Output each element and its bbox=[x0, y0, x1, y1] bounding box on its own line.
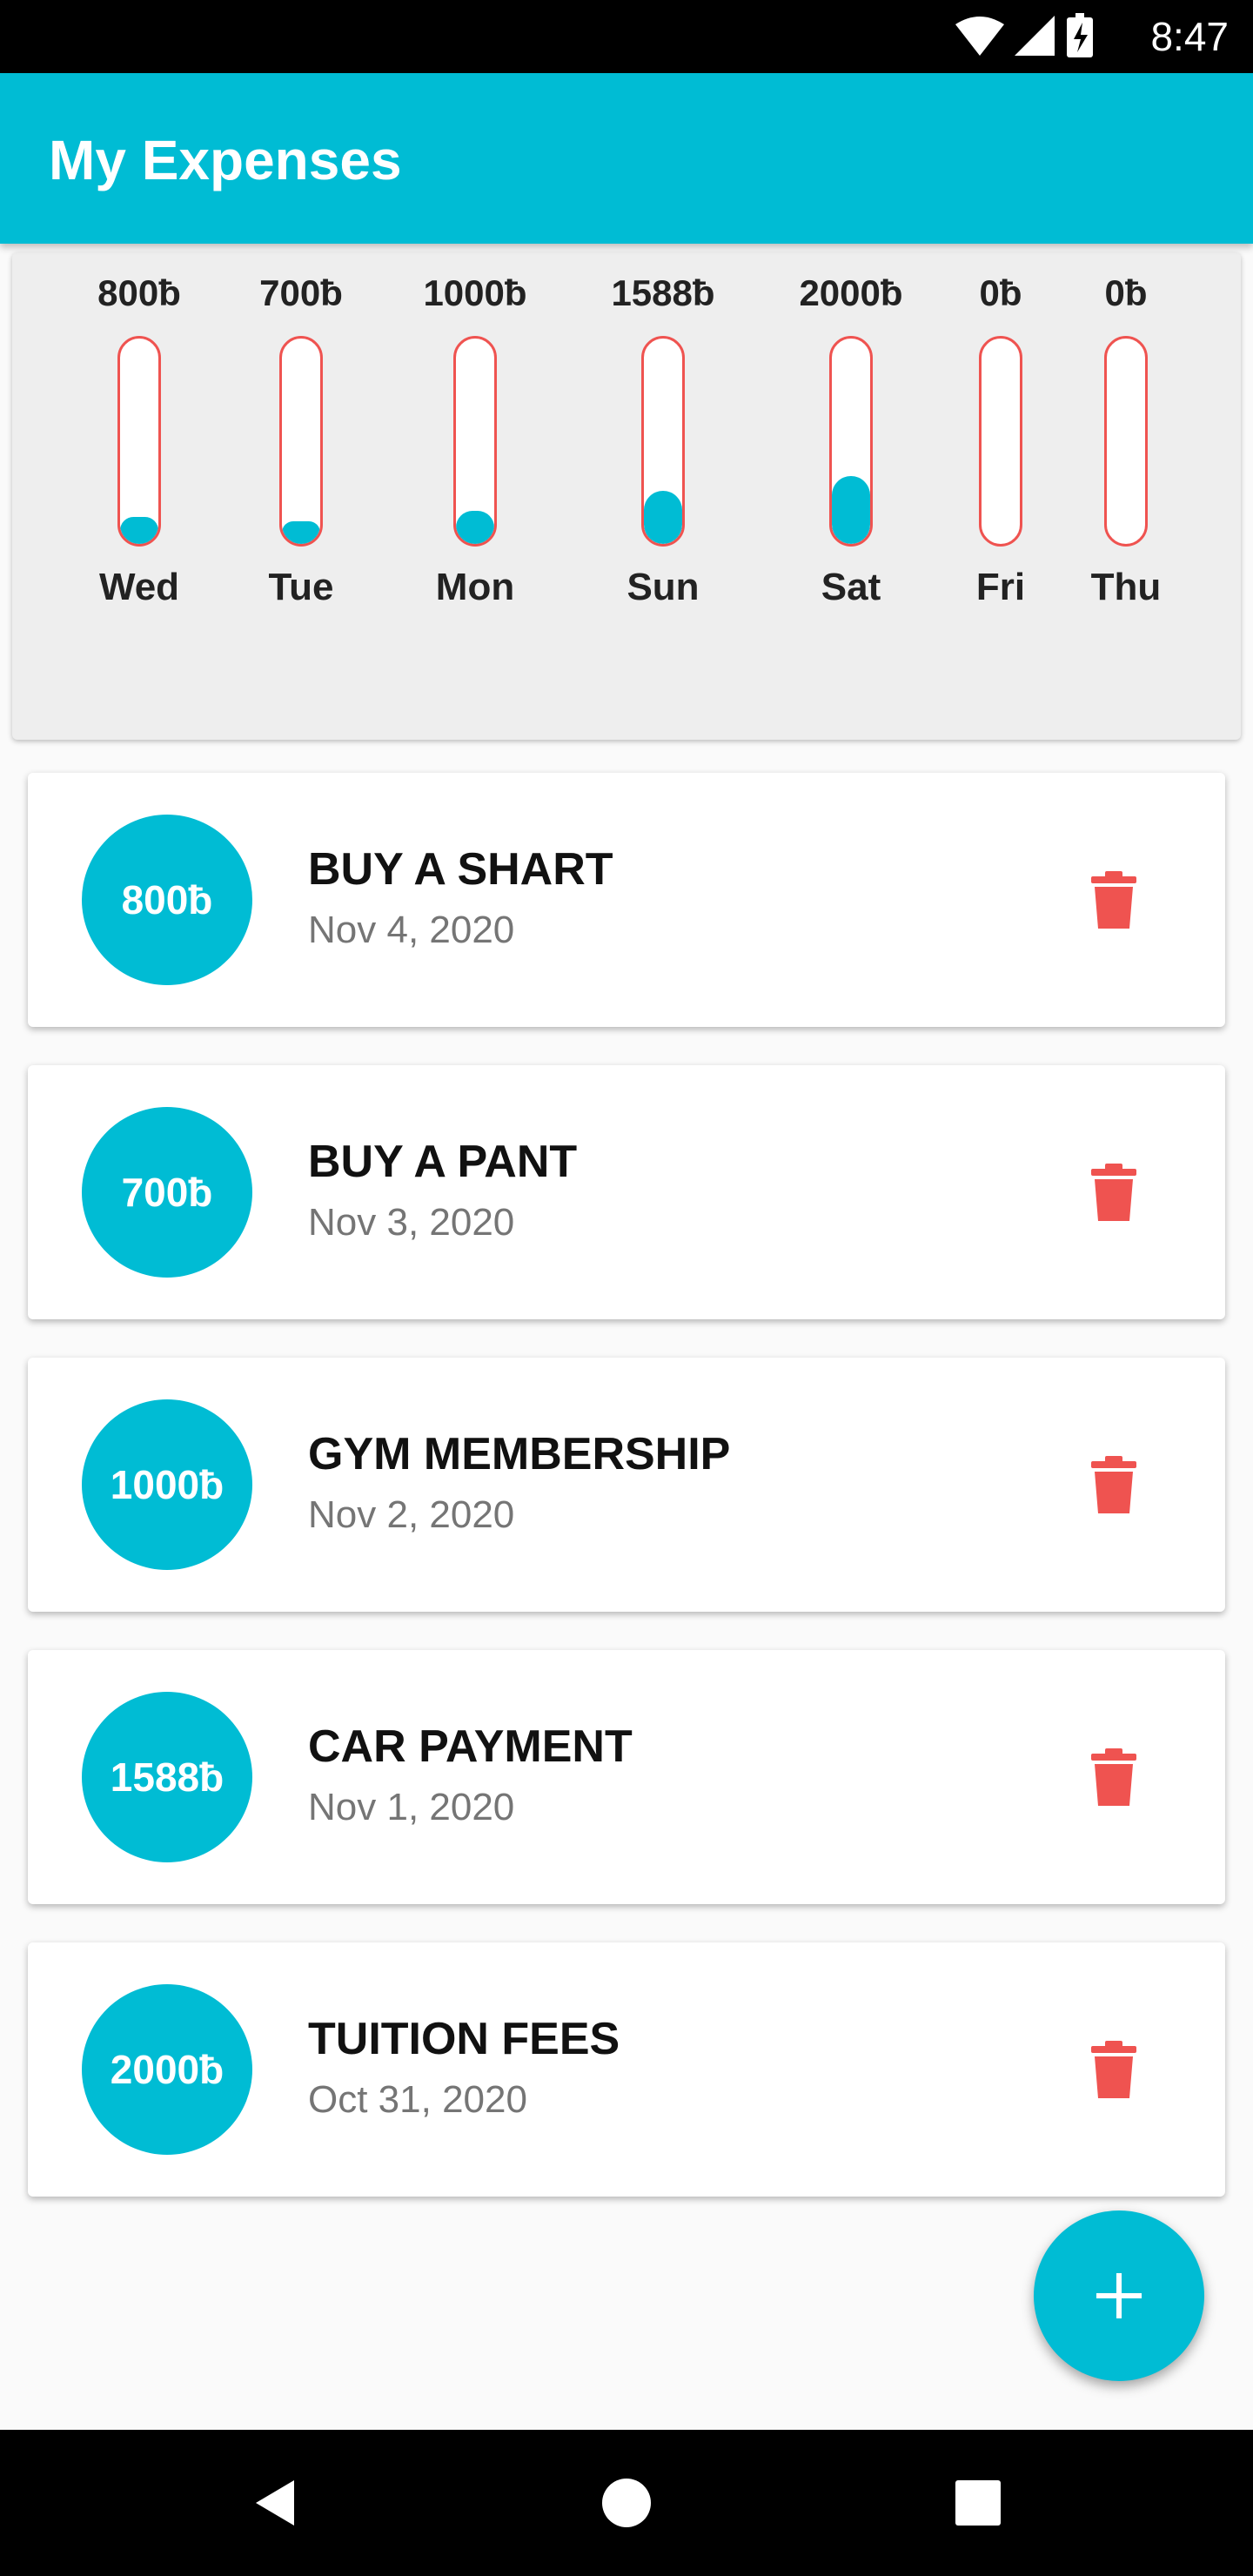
expense-list-item[interactable]: 1588ƀ CAR PAYMENT Nov 1, 2020 bbox=[28, 1650, 1225, 1904]
chart-bar-wed: 800ƀ Wed bbox=[52, 270, 226, 611]
delete-button[interactable] bbox=[1070, 856, 1157, 943]
amount-avatar: 700ƀ bbox=[82, 1107, 252, 1278]
amount-avatar: 2000ƀ bbox=[82, 1984, 252, 2155]
expense-title: CAR PAYMENT bbox=[308, 1721, 633, 1772]
bar-day-label: Mon bbox=[435, 566, 515, 608]
chart-bar-thu: 0ƀ Thu bbox=[1039, 270, 1213, 611]
trash-icon bbox=[1091, 1164, 1136, 1221]
bar-track bbox=[117, 336, 161, 547]
app-title: My Expenses bbox=[49, 129, 402, 191]
add-icon bbox=[1096, 2273, 1142, 2318]
home-icon bbox=[602, 2479, 651, 2527]
amount-avatar: 1000ƀ bbox=[82, 1399, 252, 1570]
app-bar: My Expenses bbox=[0, 73, 1253, 244]
home-button[interactable] bbox=[592, 2468, 661, 2538]
delete-button[interactable] bbox=[1070, 2026, 1157, 2113]
trash-icon bbox=[1091, 1748, 1136, 1806]
amount-avatar: 800ƀ bbox=[82, 815, 252, 985]
status-bar: 8:47 bbox=[0, 0, 1253, 73]
trash-icon bbox=[1091, 2041, 1136, 2098]
chart-bar-mon: 1000ƀ Mon bbox=[388, 270, 562, 611]
expense-date: Nov 3, 2020 bbox=[308, 1201, 515, 1244]
bar-amount-label: 800ƀ bbox=[97, 272, 181, 313]
back-button[interactable] bbox=[240, 2468, 310, 2538]
expense-list-item[interactable]: 1000ƀ GYM MEMBERSHIP Nov 2, 2020 bbox=[28, 1358, 1225, 1612]
delete-button[interactable] bbox=[1070, 1441, 1157, 1528]
bar-amount-label: 700ƀ bbox=[259, 272, 343, 313]
recents-button[interactable] bbox=[943, 2468, 1013, 2538]
status-icons bbox=[952, 12, 1100, 61]
amount-avatar: 1588ƀ bbox=[82, 1692, 252, 1862]
expense-date: Nov 1, 2020 bbox=[308, 1786, 515, 1828]
bar-track bbox=[829, 336, 873, 547]
bar-track bbox=[641, 336, 685, 547]
weekly-chart: 800ƀ Wed 700ƀ Tue 1000ƀ Mon 1588ƀ Sun 20… bbox=[12, 252, 1241, 740]
expense-title: TUITION FEES bbox=[308, 2014, 620, 2064]
add-expense-button[interactable] bbox=[1034, 2210, 1204, 2381]
recents-icon bbox=[955, 2480, 1001, 2526]
bar-day-label: Sun bbox=[626, 566, 700, 608]
expense-list-item[interactable]: 800ƀ BUY A SHART Nov 4, 2020 bbox=[28, 773, 1225, 1027]
bar-fill bbox=[282, 521, 320, 544]
delete-button[interactable] bbox=[1070, 1149, 1157, 1236]
bar-amount-label: 1000ƀ bbox=[423, 272, 527, 313]
bar-amount-label: 2000ƀ bbox=[799, 272, 903, 313]
bar-fill bbox=[832, 476, 870, 544]
expense-title: BUY A SHART bbox=[308, 844, 613, 895]
bar-day-label: Thu bbox=[1090, 566, 1162, 608]
expense-date: Nov 2, 2020 bbox=[308, 1493, 515, 1536]
expense-list-item[interactable]: 700ƀ BUY A PANT Nov 3, 2020 bbox=[28, 1065, 1225, 1319]
signal-icon bbox=[1015, 16, 1055, 56]
bar-amount-label: 1588ƀ bbox=[611, 272, 715, 313]
delete-button[interactable] bbox=[1070, 1734, 1157, 1821]
bar-fill bbox=[120, 517, 158, 544]
bar-track bbox=[453, 336, 497, 547]
trash-icon bbox=[1091, 871, 1136, 929]
expense-title: BUY A PANT bbox=[308, 1137, 578, 1187]
trash-icon bbox=[1091, 1456, 1136, 1513]
bar-track bbox=[279, 336, 323, 547]
chart-bar-sun: 1588ƀ Sun bbox=[576, 270, 750, 611]
battery-charging-icon bbox=[1067, 13, 1093, 57]
expense-date: Oct 31, 2020 bbox=[308, 2078, 527, 2121]
bar-amount-label: 0ƀ bbox=[1104, 272, 1148, 313]
bar-fill bbox=[456, 511, 494, 544]
expense-list-item[interactable]: 2000ƀ TUITION FEES Oct 31, 2020 bbox=[28, 1942, 1225, 2197]
bar-fill bbox=[644, 490, 682, 544]
navigation-bar bbox=[0, 2430, 1253, 2576]
chart-bar-sat: 2000ƀ Sat bbox=[764, 270, 938, 611]
chart-bar-tue: 700ƀ Tue bbox=[214, 270, 388, 611]
bar-day-label: Sat bbox=[821, 566, 881, 608]
expense-date: Nov 4, 2020 bbox=[308, 909, 515, 951]
bar-track bbox=[979, 336, 1022, 547]
wifi-icon bbox=[955, 17, 1004, 56]
status-time: 8:47 bbox=[1150, 14, 1229, 59]
bar-day-label: Wed bbox=[98, 566, 180, 608]
bar-day-label: Tue bbox=[268, 566, 334, 608]
bar-track bbox=[1104, 336, 1148, 547]
back-icon bbox=[256, 2480, 294, 2526]
expense-title: GYM MEMBERSHIP bbox=[308, 1429, 731, 1479]
